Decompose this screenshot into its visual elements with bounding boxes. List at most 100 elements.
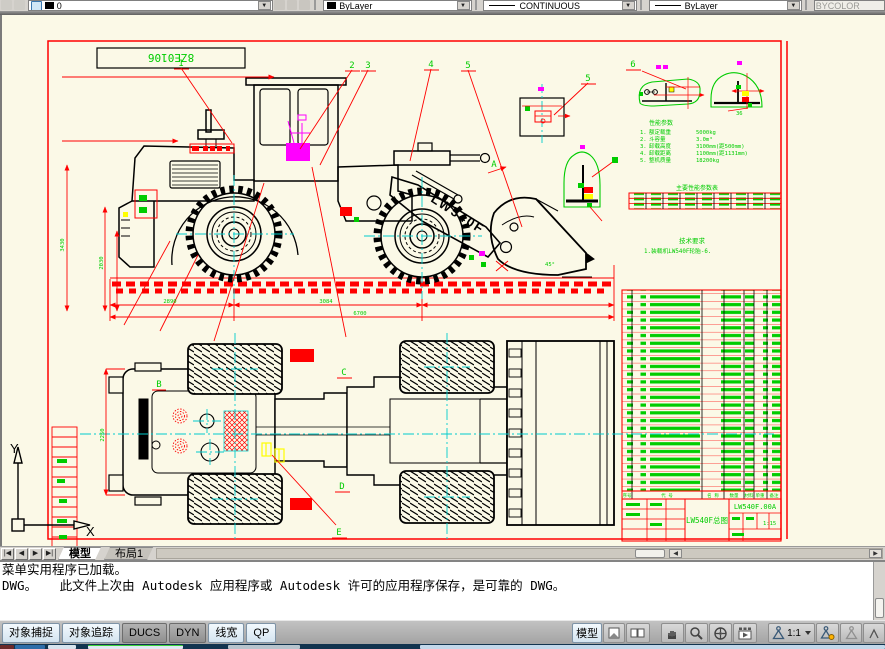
taskbar-fragment (228, 645, 300, 649)
layer-dropdown[interactable]: 0 ▼ (28, 0, 273, 11)
command-scrollbar[interactable] (873, 562, 885, 620)
layer-freeze-icon (31, 1, 42, 11)
svg-text:3: 3 (365, 61, 370, 71)
svg-text:6: 6 (630, 60, 635, 70)
toggle-ducs[interactable]: DUCS (122, 623, 167, 643)
color-dropdown-arrow[interactable]: ▼ (457, 1, 470, 10)
toolbar-separator (805, 0, 809, 10)
statusbar-overflow-button[interactable] (863, 623, 885, 643)
linetype-dropdown[interactable]: CONTINUOUS ▼ (483, 0, 636, 11)
toolbar-separator (475, 0, 479, 10)
layer-color-swatch (45, 2, 54, 9)
toggle-dyn[interactable]: DYN (169, 623, 206, 643)
zoom-button[interactable] (685, 623, 708, 643)
drawing-number-box[interactable]: 8ZE0106 (97, 48, 245, 68)
layer-previous-icon[interactable] (287, 0, 298, 10)
layer-isolate-icon[interactable] (299, 0, 310, 10)
toggle-osnap[interactable]: 对象捕捉 (2, 623, 60, 643)
linetype-sample-icon (489, 5, 515, 6)
body-outline (119, 78, 500, 267)
toggle-qp[interactable]: QP (246, 623, 276, 643)
svg-text:3084: 3084 (319, 299, 333, 305)
detail-dome-large[interactable] (564, 145, 618, 221)
svg-text:18200kg: 18200kg (696, 158, 719, 164)
bom-table[interactable]: 序号 代 号 名 称 数量 材料 单重 备注 LW540F总图 (622, 290, 781, 541)
svg-text:D: D (339, 482, 344, 492)
detail-blob[interactable] (639, 65, 704, 109)
lineweight-dropdown-arrow[interactable]: ▼ (787, 1, 800, 10)
hscroll-right-arrow[interactable]: ▶ (869, 549, 882, 558)
layer-properties-toolbar: 0 ▼ ByLayer ▼ CONTINUOUS ▼ ByLayer ▼ BYC… (0, 0, 885, 11)
tab-last-button[interactable]: ▶| (43, 548, 56, 560)
detail-box[interactable] (520, 84, 570, 143)
showmotion-button[interactable] (733, 623, 757, 643)
lineweight-value: ByLayer (685, 1, 718, 11)
plotstyle-value: BYCOLOR (816, 1, 860, 11)
hscroll-thumb[interactable] (635, 549, 665, 558)
tab-first-button[interactable]: |◀ (1, 548, 14, 560)
layer-states-icon[interactable] (14, 0, 25, 10)
tab-prev-button[interactable]: ◀ (15, 548, 28, 560)
horizontal-scrollbar[interactable]: ◀ ▶ (156, 548, 883, 559)
detail-dome-small[interactable]: 36 (711, 61, 764, 117)
parameter-table[interactable]: 主要性能参数表 (629, 184, 781, 209)
layer-dropdown-arrow[interactable]: ▼ (258, 1, 271, 10)
ucs-icon: X Y (10, 441, 95, 539)
dimensions-side (62, 68, 641, 341)
title-block: LW540F总图 LW540F.00A 1:15 (622, 499, 781, 541)
annotation-scale-button[interactable]: 1:1 (768, 623, 815, 643)
loader-drawing[interactable]: 8ZE0106 X Y (2, 15, 885, 546)
ucs-x-label: X (86, 524, 95, 539)
svg-text:5.: 5. (640, 158, 647, 164)
spec-list[interactable]: 性能参数 1. 额定载重 5000kg 2. 斗容量 3.0m³ 3. 卸载高度… (640, 119, 748, 164)
model-space-canvas[interactable]: 8ZE0106 X Y (0, 15, 885, 546)
taskbar-fragment (420, 645, 885, 649)
hscroll-left-arrow[interactable]: ◀ (669, 549, 682, 558)
tab-next-button[interactable]: ▶ (29, 548, 42, 560)
lineweight-dropdown[interactable]: ByLayer ▼ (649, 0, 802, 11)
layout-button[interactable] (603, 623, 625, 643)
quick-view-layouts-button[interactable] (626, 623, 650, 643)
model-space-button[interactable]: 模型 (572, 623, 602, 643)
layer-manager-icon[interactable] (1, 0, 12, 10)
svg-text:序号: 序号 (623, 492, 632, 499)
toggle-lineweight[interactable]: 线宽 (208, 623, 244, 643)
svg-text:3.: 3. (640, 144, 647, 150)
svg-text:6700: 6700 (353, 311, 366, 317)
tech-requirements[interactable]: 技术要求 1.装载机LW540F轮胎-6. (644, 236, 711, 255)
color-dropdown[interactable]: ByLayer ▼ (323, 0, 471, 11)
make-layer-current-icon[interactable] (274, 0, 285, 10)
command-scroll-thumb[interactable] (875, 598, 884, 618)
revision-strip (52, 427, 77, 546)
tab-model[interactable]: 模型 (58, 547, 102, 560)
svg-text:3.0m³: 3.0m³ (696, 136, 713, 143)
svg-text:4.: 4. (640, 151, 647, 157)
annotation-visibility-button[interactable] (816, 623, 839, 643)
command-line-window[interactable]: 菜单实用程序已加载。 DWG。 此文件上次由 Autodesk 应用程序或 Au… (0, 560, 885, 620)
steering-wheel-button[interactable] (709, 623, 732, 643)
autoscale-button[interactable] (840, 623, 862, 643)
layout-tab-bar: |◀ ◀ ▶ ▶| 模型 布局1 ◀ ▶ (0, 546, 885, 560)
scale-dropdown-caret (805, 631, 811, 635)
svg-text:备注: 备注 (770, 492, 779, 499)
svg-text:5: 5 (465, 61, 470, 71)
layouts-icon (630, 626, 646, 640)
linetype-dropdown-arrow[interactable]: ▼ (622, 1, 635, 10)
pan-hand-icon (665, 626, 680, 641)
lineweight-sample-icon (655, 5, 681, 6)
bucket-side (491, 198, 594, 277)
showmotion-icon (737, 626, 753, 641)
svg-text:斗容量: 斗容量 (649, 135, 666, 143)
autocad-window: 0 ▼ ByLayer ▼ CONTINUOUS ▼ ByLayer ▼ BYC… (0, 0, 885, 649)
tech-title: 技术要求 (679, 236, 706, 245)
svg-text:5000kg: 5000kg (696, 130, 716, 136)
svg-text:单重: 单重 (756, 492, 765, 499)
svg-text:整机质量: 整机质量 (649, 156, 672, 164)
color-swatch (327, 2, 336, 9)
loader-side-view[interactable]: LW540F (60, 59, 641, 341)
toggle-otrack[interactable]: 对象追踪 (62, 623, 120, 643)
tab-layout1[interactable]: 布局1 (104, 547, 154, 560)
color-value: ByLayer (339, 1, 372, 11)
pan-button[interactable] (661, 623, 684, 643)
marker-red-top (290, 349, 314, 362)
